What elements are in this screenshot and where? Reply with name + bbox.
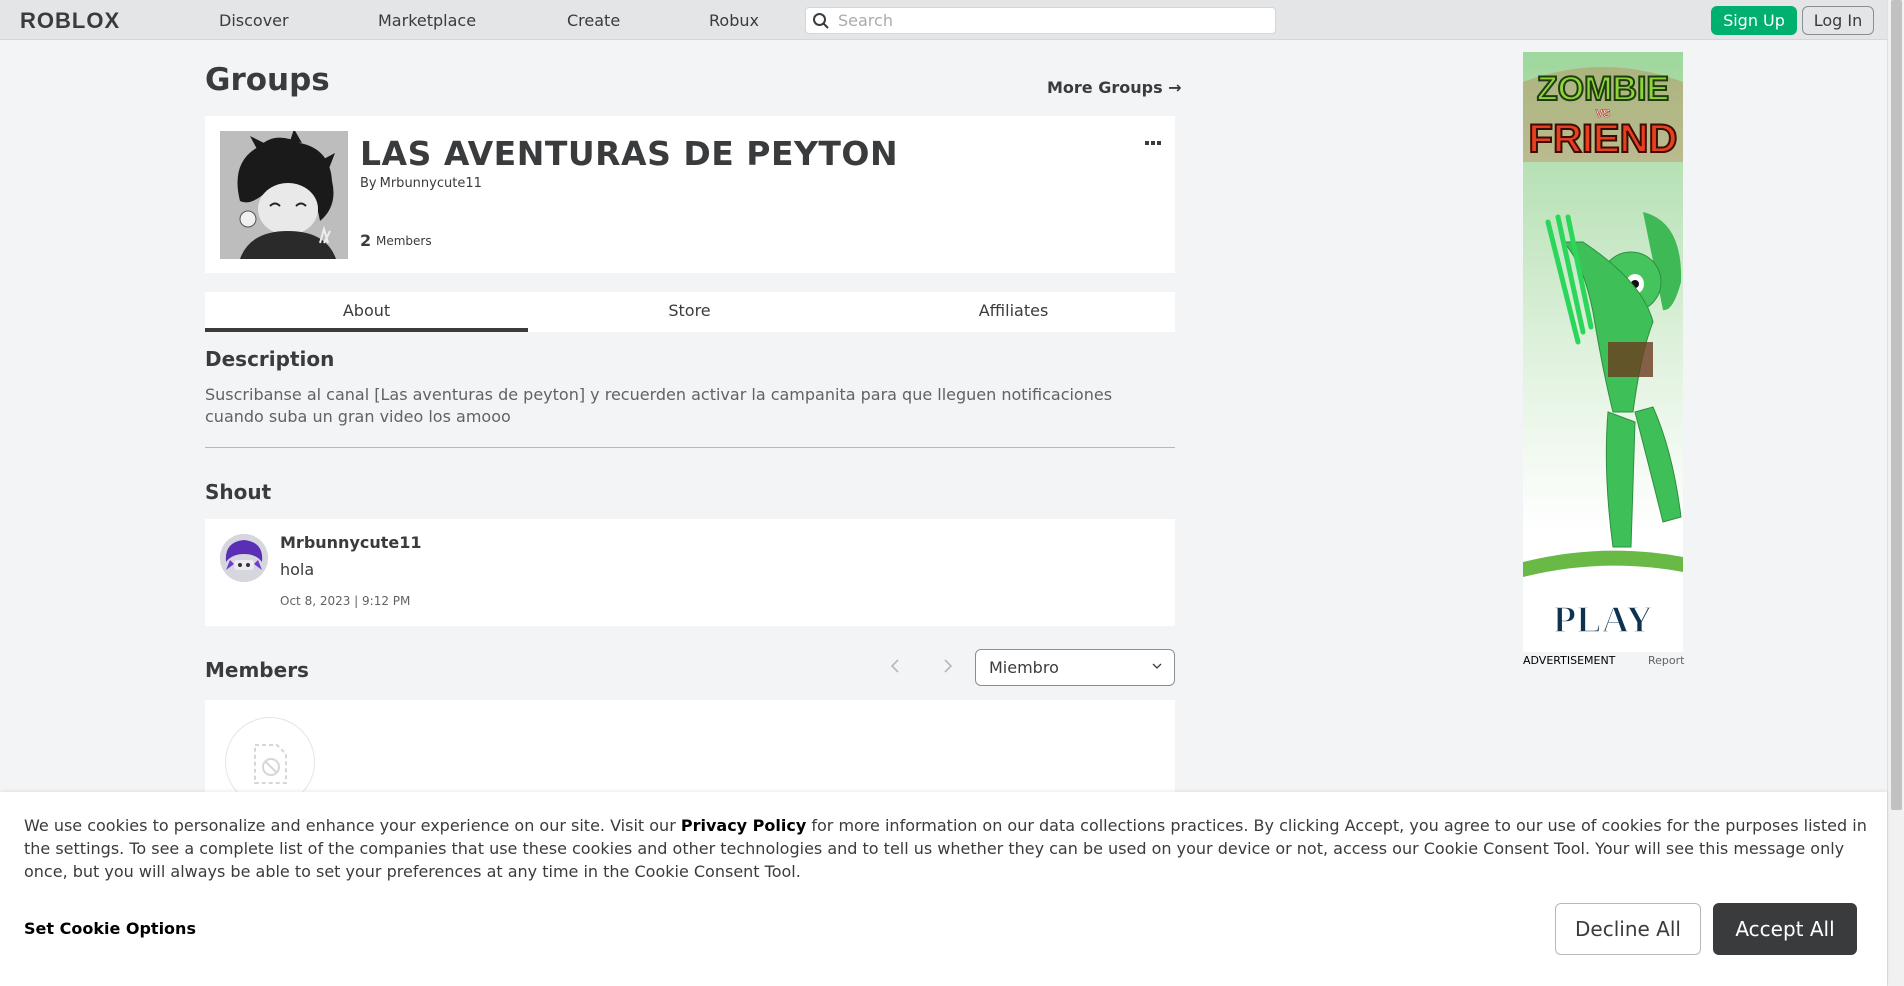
set-cookie-options-link[interactable]: Set Cookie Options [24,919,196,938]
ad-title-bottom: FRIEND [1529,117,1678,161]
role-select-dropdown[interactable]: Miembro [975,649,1175,686]
member-count-label: Members [376,234,432,248]
description-heading: Description [205,347,335,371]
page-title: Groups [205,62,330,98]
chevron-down-icon [1152,663,1162,669]
shout-message: hola [280,560,315,579]
shout-user-avatar[interactable] [220,534,268,582]
shout-username-link[interactable]: Mrbunnycute11 [280,533,422,552]
search-input[interactable] [838,10,1258,31]
advertisement-label: ADVERTISEMENT [1523,654,1616,667]
tab-affiliates[interactable]: Affiliates [852,292,1175,332]
advertisement-banner[interactable]: ZOMBIE VS FRIEND PLAY [1523,52,1683,652]
nav-link-marketplace[interactable]: Marketplace [378,11,476,30]
cookie-text-before: We use cookies to personalize and enhanc… [24,816,681,835]
next-page-icon[interactable] [942,658,954,674]
accept-all-button[interactable]: Accept All [1713,903,1857,955]
nav-link-robux[interactable]: Robux [709,11,759,30]
group-header-card: LAS AVENTURAS DE PEYTON By Mrbunnycute11 … [205,116,1175,273]
member-count: 2 [360,231,372,250]
group-emblem-image [220,131,348,259]
group-tabs: About Store Affiliates [205,292,1175,332]
group-name: LAS AVENTURAS DE PEYTON [360,134,899,173]
ad-play-text[interactable]: PLAY [1552,598,1653,642]
report-ad-link[interactable]: Report [1648,654,1684,667]
nav-link-discover[interactable]: Discover [219,11,289,30]
sign-up-button[interactable]: Sign Up [1711,6,1797,35]
shout-timestamp: Oct 8, 2023 | 9:12 PM [280,594,411,608]
decline-all-button[interactable]: Decline All [1555,903,1701,955]
members-heading: Members [205,658,309,682]
search-icon[interactable] [812,12,830,30]
section-divider [205,447,1175,448]
ad-title-top: ZOMBIE [1537,70,1669,108]
cookie-consent-text: We use cookies to personalize and enhanc… [24,814,1874,883]
cookie-consent-banner: We use cookies to personalize and enhanc… [0,792,1887,986]
top-navigation-bar: ROBLOX Discover Marketplace Create Robux… [0,0,1887,40]
more-groups-link[interactable]: More Groups → [1047,78,1182,97]
scrollbar-thumb[interactable] [1891,0,1902,810]
tab-store[interactable]: Store [528,292,851,332]
role-select-value: Miembro [989,658,1059,677]
by-prefix: By [360,176,377,191]
page-scrollbar[interactable] [1887,0,1904,986]
tab-about[interactable]: About [205,292,528,332]
privacy-policy-link[interactable]: Privacy Policy [681,816,806,835]
shout-heading: Shout [205,480,272,504]
more-options-icon[interactable] [1145,130,1163,145]
group-owner-line: By Mrbunnycute11 [360,176,482,191]
members-list-card [205,700,1175,807]
nav-link-create[interactable]: Create [567,11,620,30]
log-in-button[interactable]: Log In [1802,6,1874,35]
previous-page-icon[interactable] [889,658,901,674]
roblox-logo[interactable]: ROBLOX [20,8,120,34]
shout-card: Mrbunnycute11 hola Oct 8, 2023 | 9:12 PM [205,519,1175,626]
group-owner-link[interactable]: Mrbunnycute11 [380,176,482,191]
group-description: Suscribanse al canal [Las aventuras de p… [205,385,1113,426]
search-box[interactable] [805,7,1276,34]
